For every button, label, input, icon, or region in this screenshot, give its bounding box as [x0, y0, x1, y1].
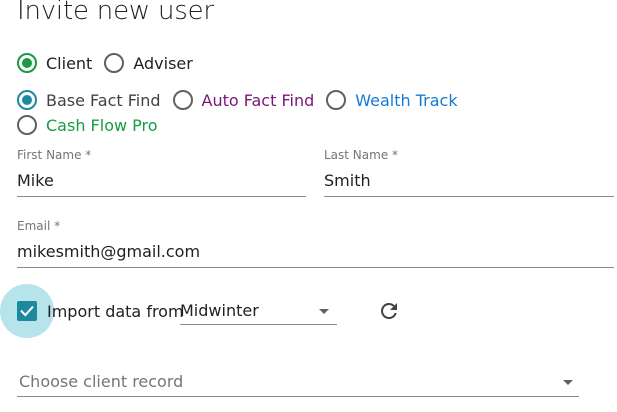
radio-cash-flow-pro-label: Cash Flow Pro: [46, 115, 158, 135]
radio-client-label: Client: [46, 53, 93, 73]
radio-base-fact-find-label: Base Fact Find: [46, 90, 161, 110]
import-source-select[interactable]: Midwinter: [180, 300, 337, 326]
import-checkbox[interactable]: [17, 301, 37, 321]
radio-client[interactable]: Client: [17, 53, 92, 73]
check-icon: [20, 305, 34, 317]
user-type-group: Client Adviser: [17, 53, 205, 73]
product-group-row2: Cash Flow Pro: [17, 115, 170, 135]
radio-wealth-track[interactable]: Wealth Track: [326, 90, 458, 110]
email-underline: [17, 267, 614, 268]
import-source-value: Midwinter: [180, 301, 259, 320]
last-name-label: Last Name *: [324, 148, 399, 162]
radio-selected-icon: [17, 90, 37, 110]
last-name-underline: [324, 196, 614, 197]
radio-unselected-icon: [172, 90, 193, 110]
radio-unselected-icon: [326, 90, 347, 110]
client-record-underline: [17, 396, 579, 397]
radio-auto-fact-find[interactable]: Auto Fact Find: [172, 90, 315, 110]
refresh-icon[interactable]: [377, 299, 401, 323]
product-group-row1: Base Fact Find Auto Fact Find Wealth Tra…: [17, 90, 470, 110]
last-name-field[interactable]: Smith: [324, 171, 371, 190]
radio-cash-flow-pro[interactable]: Cash Flow Pro: [17, 115, 158, 135]
client-record-select[interactable]: Choose client record: [17, 370, 579, 398]
client-record-placeholder: Choose client record: [19, 372, 184, 391]
first-name-label: First Name *: [17, 148, 92, 162]
radio-base-fact-find[interactable]: Base Fact Find: [17, 90, 161, 110]
radio-auto-fact-find-label: Auto Fact Find: [201, 90, 315, 110]
first-name-field[interactable]: Mike: [17, 171, 54, 190]
first-name-underline: [17, 196, 306, 197]
email-label: Email *: [17, 219, 61, 233]
import-source-underline: [180, 324, 337, 325]
radio-unselected-icon: [17, 115, 37, 135]
radio-adviser-label: Adviser: [133, 53, 193, 73]
arrow-drop-down-icon: [319, 309, 329, 314]
radio-selected-icon: [17, 53, 37, 73]
email-field[interactable]: mikesmith@gmail.com: [17, 242, 200, 261]
radio-unselected-icon: [104, 53, 125, 73]
page-title: Invite new user: [17, 0, 214, 26]
arrow-drop-down-icon: [563, 380, 573, 385]
radio-adviser[interactable]: Adviser: [104, 53, 193, 73]
radio-wealth-track-label: Wealth Track: [355, 90, 458, 110]
import-label: Import data from: [47, 302, 184, 321]
